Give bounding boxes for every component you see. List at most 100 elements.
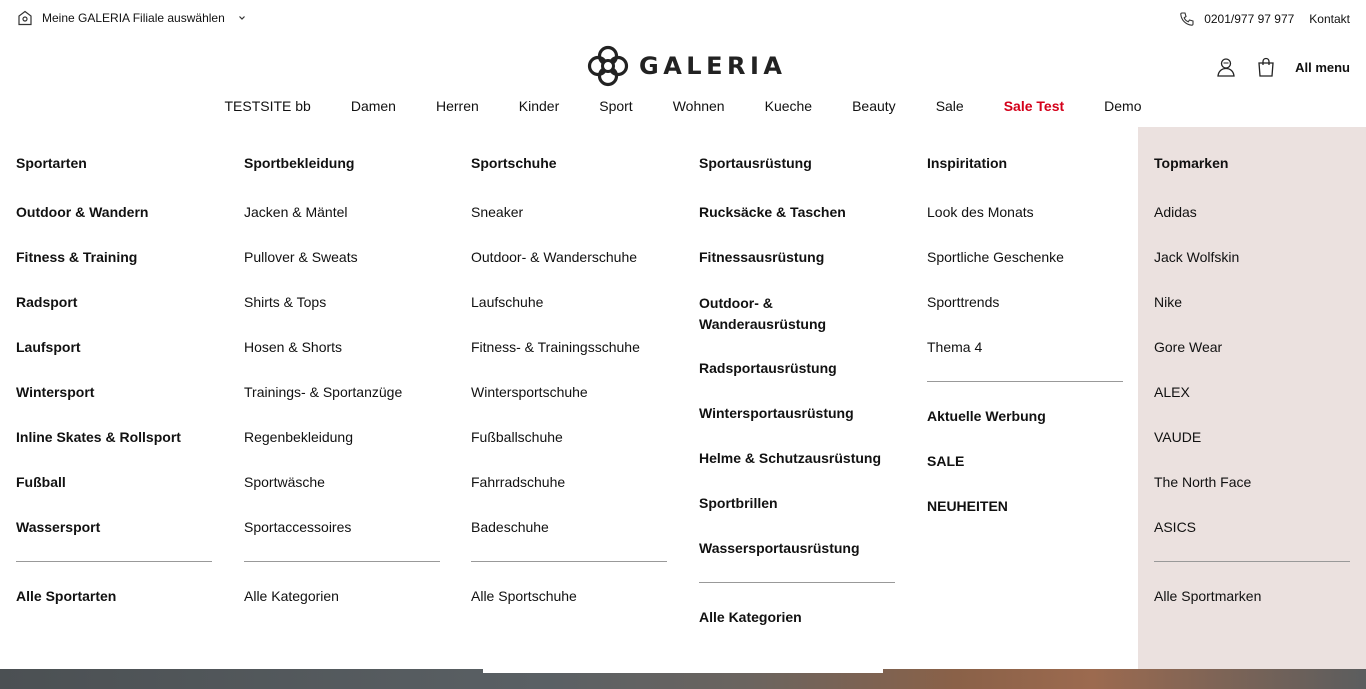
nav-item-sale[interactable]: Sale	[936, 94, 964, 120]
menu-link[interactable]: Sporttrends	[927, 293, 1064, 338]
column-topmarken: Topmarken Adidas Jack Wolfskin Nike Gore…	[1138, 127, 1366, 669]
brand-link[interactable]: Gore Wear	[1154, 338, 1251, 383]
column-heading: Sportausrüstung	[699, 155, 812, 171]
chevron-down-icon	[238, 16, 245, 20]
nav-item-beauty[interactable]: Beauty	[852, 94, 896, 120]
menu-link[interactable]: Trainings- & Sportanzüge	[244, 383, 402, 428]
menu-link[interactable]: Wassersportausrüstung	[699, 539, 860, 584]
account-icon[interactable]	[1215, 56, 1237, 78]
menu-link[interactable]: Fußball	[16, 473, 181, 518]
menu-link[interactable]: Wassersport	[16, 518, 181, 563]
brand-link[interactable]: Jack Wolfskin	[1154, 248, 1251, 293]
menu-link[interactable]: Wintersportschuhe	[471, 383, 640, 428]
menu-link[interactable]: Sportliche Geschenke	[927, 248, 1064, 293]
all-kategorien-link[interactable]: Alle Kategorien	[244, 588, 339, 604]
menu-link[interactable]: Outdoor & Wandern	[16, 203, 181, 248]
menu-link[interactable]: Rucksäcke & Taschen	[699, 203, 849, 248]
sportbekleidung-list: Jacken & Mäntel Pullover & Sweats Shirts…	[244, 203, 402, 563]
neuheiten-link[interactable]: NEUHEITEN	[927, 498, 1008, 514]
phone-icon	[1180, 12, 1194, 26]
header-actions: All menu	[1215, 54, 1350, 80]
divider	[927, 381, 1123, 382]
sale-link[interactable]: SALE	[927, 453, 964, 469]
shopping-bag-icon[interactable]	[1255, 56, 1277, 78]
store-icon	[18, 10, 32, 26]
all-sportmarken-link[interactable]: Alle Sportmarken	[1154, 588, 1261, 604]
menu-link[interactable]: Inline Skates & Rollsport	[16, 428, 181, 473]
nav-item-damen[interactable]: Damen	[351, 94, 396, 120]
column-heading: Topmarken	[1154, 155, 1229, 171]
column-inspiration: Inspiritation Look des Monats Sportliche…	[927, 127, 1123, 669]
menu-link[interactable]: Laufschuhe	[471, 293, 640, 338]
column-sportausruestung: Sportausrüstung Rucksäcke & Taschen Fitn…	[699, 127, 895, 669]
divider	[1154, 561, 1350, 562]
menu-link[interactable]: Sportwäsche	[244, 473, 402, 518]
menu-link[interactable]: Radsportausrüstung	[699, 359, 849, 404]
menu-link[interactable]: Thema 4	[927, 338, 1064, 383]
divider	[699, 582, 895, 583]
nav-item-kinder[interactable]: Kinder	[519, 94, 559, 120]
menu-link[interactable]: Shirts & Tops	[244, 293, 402, 338]
nav-item-testsite-bb[interactable]: TESTSITE bb	[224, 94, 310, 120]
top-bar: Meine GALERIA Filiale auswählen 0201/977…	[0, 0, 1366, 40]
aktuelle-werbung-link[interactable]: Aktuelle Werbung	[927, 408, 1046, 424]
nav-item-sale-test[interactable]: Sale Test	[1004, 94, 1064, 120]
menu-link[interactable]: Fußballschuhe	[471, 428, 640, 473]
menu-link[interactable]: Regenbekleidung	[244, 428, 402, 473]
brand-link[interactable]: Adidas	[1154, 203, 1251, 248]
main-navigation: TESTSITE bb Damen Herren Kinder Sport Wo…	[0, 94, 1366, 120]
phone-number-link[interactable]: 0201/977 97 977	[1204, 12, 1294, 26]
nav-item-wohnen[interactable]: Wohnen	[673, 94, 725, 120]
menu-link[interactable]: Wintersport	[16, 383, 181, 428]
menu-link[interactable]: Pullover & Sweats	[244, 248, 402, 293]
divider	[16, 561, 212, 562]
menu-link[interactable]: Fitnessausrüstung	[699, 248, 849, 293]
brand-link[interactable]: Nike	[1154, 293, 1251, 338]
menu-link[interactable]: Outdoor- & Wanderausrüstung	[699, 293, 849, 359]
menu-link[interactable]: Look des Monats	[927, 203, 1064, 248]
menu-link[interactable]: Fitness & Training	[16, 248, 181, 293]
menu-link[interactable]: Fahrradschuhe	[471, 473, 640, 518]
brand-link[interactable]: ASICS	[1154, 518, 1251, 563]
all-kategorien-ausruestung-link[interactable]: Alle Kategorien	[699, 609, 802, 625]
galeria-logo-icon	[587, 45, 629, 87]
menu-link[interactable]: Wintersportausrüstung	[699, 404, 854, 449]
brand-link[interactable]: VAUDE	[1154, 428, 1251, 473]
all-sportarten-link[interactable]: Alle Sportarten	[16, 588, 116, 604]
column-sportschuhe: Sportschuhe Sneaker Outdoor- & Wandersch…	[471, 127, 667, 669]
menu-link[interactable]: Helme & Schutzausrüstung	[699, 449, 881, 494]
hero-image	[0, 669, 1366, 689]
nav-item-kueche[interactable]: Kueche	[765, 94, 812, 120]
column-heading: Inspiritation	[927, 155, 1008, 171]
all-menu-button[interactable]: All menu	[1295, 60, 1350, 75]
divider	[471, 561, 667, 562]
all-sportschuhe-link[interactable]: Alle Sportschuhe	[471, 588, 577, 604]
sportausruestung-list: Rucksäcke & Taschen Fitnessausrüstung Ou…	[699, 203, 881, 584]
column-sportbekleidung: Sportbekleidung Jacken & Mäntel Pullover…	[244, 127, 440, 669]
column-sportarten: Sportarten Outdoor & Wandern Fitness & T…	[16, 127, 212, 669]
menu-link[interactable]: Fitness- & Trainingsschuhe	[471, 338, 640, 383]
nav-item-demo[interactable]: Demo	[1104, 94, 1141, 120]
galeria-logo[interactable]: GALERIA	[587, 45, 786, 87]
store-selector-label: Meine GALERIA Filiale auswählen	[42, 11, 225, 25]
menu-link[interactable]: Radsport	[16, 293, 181, 338]
nav-item-herren[interactable]: Herren	[436, 94, 479, 120]
menu-link[interactable]: Sportaccessoires	[244, 518, 402, 563]
column-heading: Sportbekleidung	[244, 155, 355, 171]
menu-link[interactable]: Jacken & Mäntel	[244, 203, 402, 248]
nav-item-sport[interactable]: Sport	[599, 94, 632, 120]
menu-link[interactable]: Sportbrillen	[699, 494, 849, 539]
contact-link[interactable]: Kontakt	[1309, 12, 1350, 26]
logo-wordmark: GALERIA	[639, 52, 787, 80]
menu-link[interactable]: Badeschuhe	[471, 518, 640, 563]
menu-link[interactable]: Hosen & Shorts	[244, 338, 402, 383]
menu-link[interactable]: Outdoor- & Wanderschuhe	[471, 248, 640, 293]
menu-link[interactable]: Laufsport	[16, 338, 181, 383]
sportschuhe-list: Sneaker Outdoor- & Wanderschuhe Laufschu…	[471, 203, 640, 563]
sportarten-list: Outdoor & Wandern Fitness & Training Rad…	[16, 203, 181, 563]
brand-link[interactable]: ALEX	[1154, 383, 1251, 428]
menu-link[interactable]: Sneaker	[471, 203, 640, 248]
store-selector[interactable]: Meine GALERIA Filiale auswählen	[17, 8, 247, 28]
sport-flyout-menu: Sportarten Outdoor & Wandern Fitness & T…	[0, 127, 1366, 669]
brand-link[interactable]: The North Face	[1154, 473, 1251, 518]
